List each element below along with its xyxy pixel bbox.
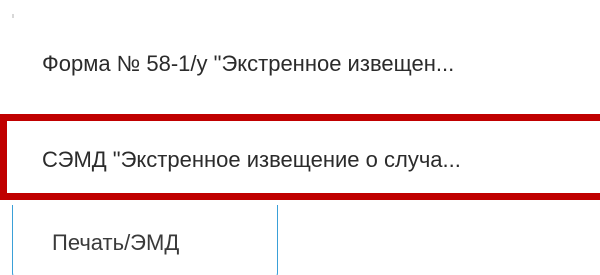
- print-emd-dropdown-area: Форма № 58-1/у "Экстренное извещен... СЭ…: [0, 0, 600, 275]
- divider-mark: [12, 14, 14, 18]
- menu-item-semd-emergency-notice[interactable]: СЭМД "Экстренное извещение о случа...: [0, 114, 600, 200]
- print-emd-button[interactable]: Печать/ЭМД: [12, 205, 278, 275]
- menu-item-form-58-1[interactable]: Форма № 58-1/у "Экстренное извещен...: [0, 42, 600, 86]
